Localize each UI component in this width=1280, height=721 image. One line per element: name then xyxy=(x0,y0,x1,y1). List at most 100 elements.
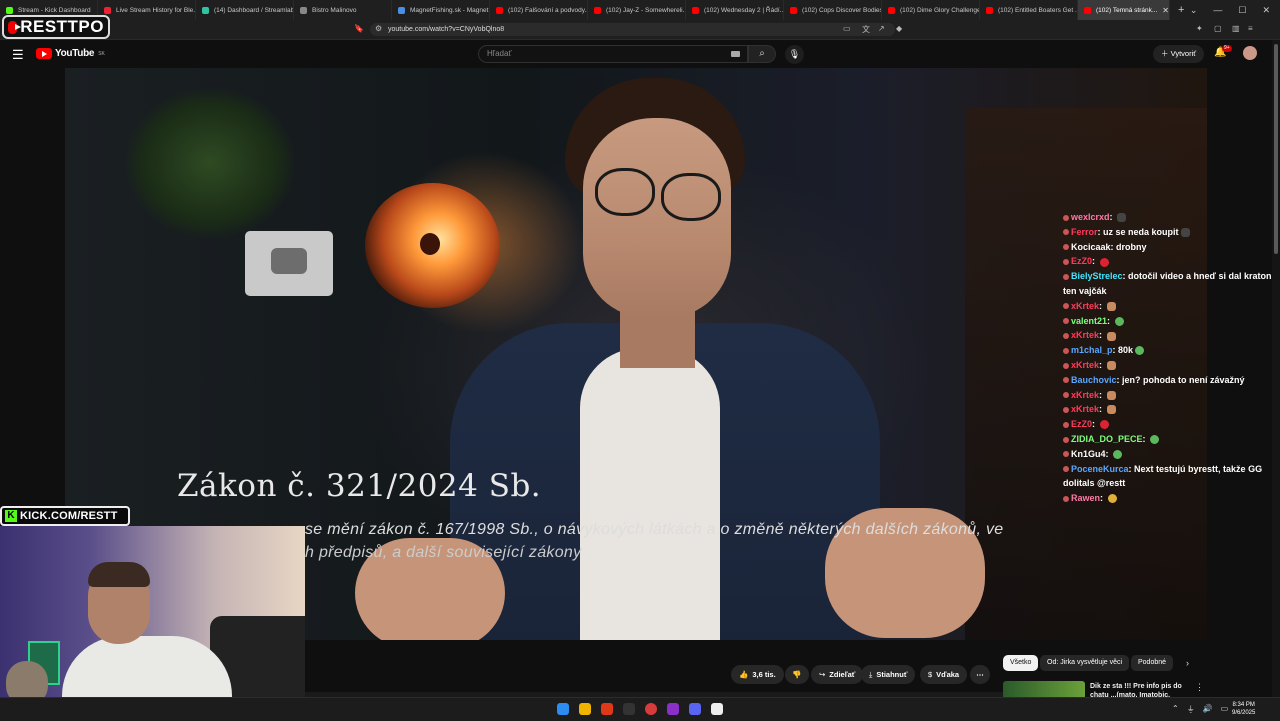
share-page-icon[interactable]: ↗ xyxy=(878,24,885,33)
search-input[interactable]: Hľadať xyxy=(478,45,748,63)
chat-emote-icon xyxy=(1106,361,1116,371)
thumbs-down-icon: 👎 xyxy=(792,670,802,679)
keyboard-icon[interactable] xyxy=(731,51,740,57)
close-window-icon[interactable]: ✕ xyxy=(1262,5,1270,16)
youtube-logo[interactable]: YouTube SK xyxy=(36,48,105,59)
glasses-right xyxy=(661,173,721,221)
browser-tab[interactable]: (102) Entitled Boaters Get ... xyxy=(980,0,1078,20)
chat-text: 80k xyxy=(1118,345,1134,356)
kick-label: K KICK.COM/RESTT xyxy=(0,506,130,526)
chat-badge-icon xyxy=(1063,244,1069,251)
discord-icon[interactable] xyxy=(689,703,701,715)
twitch-icon[interactable] xyxy=(667,703,679,715)
avatar[interactable] xyxy=(1243,46,1257,60)
extensions-icon[interactable]: ✦ xyxy=(1196,24,1203,33)
chat-emote-icon xyxy=(1106,390,1116,400)
tab-favicon-icon xyxy=(692,6,699,14)
chat-badge-icon xyxy=(1063,377,1069,384)
chip-all[interactable]: Všetko xyxy=(1003,655,1039,671)
browser-tab[interactable]: (102) Temná stránk... ✕ xyxy=(1078,0,1170,20)
volume-icon[interactable]: 🔊 xyxy=(1203,704,1213,715)
browser-tab[interactable]: MagnetFishing.sk - Magnet... xyxy=(392,0,490,20)
youtube-play-icon xyxy=(36,48,52,59)
share-label: Zdieľať xyxy=(829,670,856,679)
download-button[interactable]: ⤓ Stiahnuť xyxy=(861,665,916,684)
wallet-icon[interactable]: ▢ xyxy=(1214,24,1222,33)
dislike-button[interactable]: 👎 xyxy=(785,665,809,684)
brave-browser-icon[interactable] xyxy=(601,703,613,715)
file-explorer-icon[interactable] xyxy=(579,703,591,715)
cast-icon[interactable]: ▭ xyxy=(843,24,851,33)
recommended-more-icon[interactable]: ⋮ xyxy=(1195,682,1204,693)
create-button[interactable]: ＋ Vytvoriť xyxy=(1153,45,1205,63)
voice-search-button[interactable]: 🎙 xyxy=(785,45,804,64)
minimize-icon[interactable]: — xyxy=(1213,5,1222,15)
browser-tab[interactable]: Bistro Malinovo xyxy=(294,0,392,20)
chat-emote-icon xyxy=(1180,227,1190,237)
hamburger-menu-icon[interactable]: ☰ xyxy=(12,47,24,63)
search-button[interactable]: ⌕ xyxy=(748,45,776,63)
taskbar-clock[interactable]: 8:34 PM 9/6/2025 xyxy=(1232,701,1255,717)
translate-icon[interactable]: 文 xyxy=(862,24,870,35)
chat-username: xKrtek xyxy=(1071,330,1100,341)
chat-separator: : xyxy=(1099,404,1105,415)
usb-icon[interactable]: ⏚ xyxy=(1187,704,1195,715)
chat-message: Kocicaak: drobny xyxy=(1063,240,1273,255)
chat-message: m1chal_p: 80k xyxy=(1063,343,1273,358)
chat-username: xKrtek xyxy=(1071,404,1100,415)
notepad-icon[interactable] xyxy=(711,703,723,715)
chat-username: xKrtek xyxy=(1071,389,1100,400)
create-label: Vytvoriť xyxy=(1170,49,1197,58)
chat-separator: : xyxy=(1107,315,1113,326)
tab-search-icon[interactable]: ⌄ xyxy=(1190,5,1198,16)
monitor-icon[interactable]: ▭ xyxy=(1221,704,1229,715)
browser-tab[interactable]: (102) Wednesday 2 | Řádí... xyxy=(686,0,784,20)
chip-from-channel[interactable]: Od: Jirka vysvětluje věci xyxy=(1040,655,1130,671)
tab-title: (102) Wednesday 2 | Řádí... xyxy=(704,6,784,14)
scrollbar-thumb[interactable] xyxy=(1274,44,1278,254)
bookmark-icon[interactable]: 🔖 xyxy=(354,24,364,33)
play-button-plaque xyxy=(245,231,333,296)
chat-badge-icon xyxy=(1063,273,1069,280)
start-icon[interactable] xyxy=(557,703,569,715)
browser-tab[interactable]: Live Stream History for Ble... xyxy=(98,0,196,20)
chat-separator: : xyxy=(1100,493,1106,504)
browser-tab[interactable]: (14) Dashboard / Streamlab... xyxy=(196,0,294,20)
chat-badge-icon xyxy=(1063,495,1069,502)
obs-icon[interactable] xyxy=(645,703,657,715)
menu-icon[interactable]: ≡ xyxy=(1248,24,1253,33)
chat-username: valent21 xyxy=(1071,315,1108,326)
tray-chevron-icon[interactable]: ⌃ xyxy=(1172,704,1179,715)
chat-emote-icon xyxy=(1107,494,1117,504)
stream-chat-overlay: wexlcrxd: Ferror: uz se neda koupit Kocic… xyxy=(1063,210,1273,506)
chip-similar[interactable]: Podobné xyxy=(1131,655,1174,671)
thanks-button[interactable]: $ Vďaka xyxy=(920,665,968,684)
tab-title: (102) Jay-Z - Somewhereli... xyxy=(606,6,686,14)
more-actions-button[interactable]: ⋯ xyxy=(970,665,990,684)
chevron-right-icon[interactable]: › xyxy=(1186,658,1189,668)
maximize-icon[interactable]: ☐ xyxy=(1238,5,1246,16)
clock-time: 8:34 PM xyxy=(1232,702,1255,708)
chat-emote-icon xyxy=(1113,449,1123,459)
close-tab-icon[interactable]: ✕ xyxy=(1162,6,1169,15)
glasses-left xyxy=(595,168,655,216)
share-button[interactable]: ↪ Zdieľať xyxy=(811,665,864,684)
chat-emote-icon xyxy=(1106,331,1116,341)
browser-tab[interactable]: (102) Jay-Z - Somewhereli... xyxy=(588,0,686,20)
sidebar-icon[interactable]: ▥ xyxy=(1232,24,1240,33)
terminal-icon[interactable] xyxy=(623,703,635,715)
like-button[interactable]: 👍 3,6 tis. xyxy=(731,665,784,684)
tab-favicon-icon xyxy=(888,6,895,14)
webcam-overlay xyxy=(0,526,305,720)
plant-decor xyxy=(125,88,295,238)
youtube-logo-icon xyxy=(8,20,22,34)
chat-message: valent21: xyxy=(1063,314,1273,329)
site-info-icon[interactable]: ⚙ xyxy=(375,24,382,33)
brave-shield-icon[interactable]: ◆ xyxy=(896,24,902,33)
browser-tab[interactable]: (102) Cops Discover Bodies... xyxy=(784,0,882,20)
browser-tab[interactable]: (102) Falšování a podvody... xyxy=(490,0,588,20)
browser-tab[interactable]: (102) Dime Glory Challenge... xyxy=(882,0,980,20)
url-field[interactable]: youtube.com/watch?v=CNyVobQlno8 xyxy=(370,23,895,36)
tab-title: (102) Temná stránk... xyxy=(1096,6,1158,14)
chat-badge-icon xyxy=(1063,318,1069,325)
